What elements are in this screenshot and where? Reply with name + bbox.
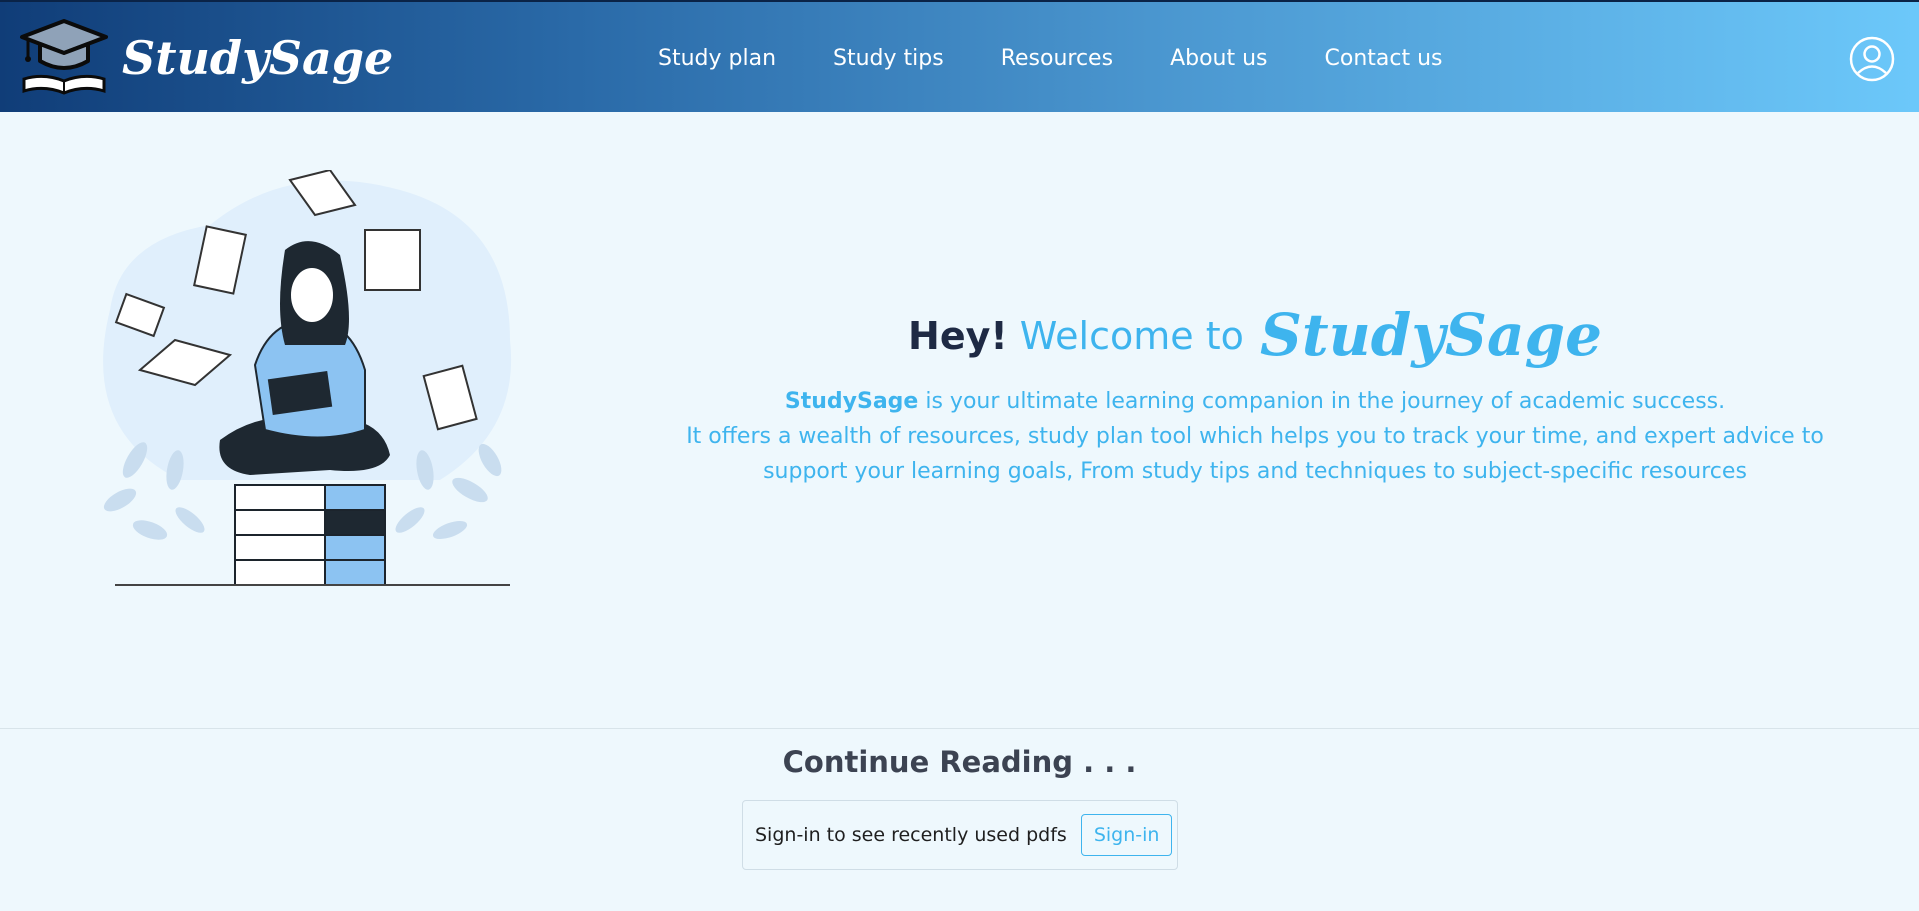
top-navbar: StudySage Study plan Study tips Resource… bbox=[0, 0, 1919, 112]
hero-brand: StudySage bbox=[1259, 301, 1602, 369]
girl-reading-on-books-illustration bbox=[103, 170, 512, 586]
hero-welcome: Welcome to bbox=[1019, 314, 1244, 358]
nav-about-us[interactable]: About us bbox=[1170, 46, 1267, 71]
brand-logo[interactable]: StudySage bbox=[18, 14, 393, 102]
signin-button[interactable]: Sign-in bbox=[1080, 814, 1173, 856]
graduation-cap-book-icon bbox=[20, 19, 108, 95]
nav-links: Study plan Study tips Resources About us… bbox=[658, 2, 1500, 114]
nav-study-plan[interactable]: Study plan bbox=[658, 46, 776, 71]
user-circle-icon[interactable] bbox=[1849, 36, 1895, 82]
nav-contact-us[interactable]: Contact us bbox=[1325, 46, 1443, 71]
hero-desc-brand: StudySage bbox=[784, 389, 919, 414]
brand-name: StudySage bbox=[122, 31, 394, 85]
section-divider bbox=[0, 728, 1919, 729]
signin-prompt: Sign-in to see recently used pdfs bbox=[755, 824, 1067, 846]
hero-greeting: Hey! bbox=[908, 314, 1008, 358]
hero-desc-line2: It offers a wealth of resources, study p… bbox=[686, 424, 1824, 484]
nav-resources[interactable]: Resources bbox=[1001, 46, 1113, 71]
hero-desc-line1: is your ultimate learning companion in t… bbox=[918, 389, 1726, 414]
hero-section: Hey! Welcome to StudySage StudySage is y… bbox=[650, 295, 1860, 489]
signin-card: Sign-in to see recently used pdfs Sign-i… bbox=[742, 800, 1178, 870]
nav-study-tips[interactable]: Study tips bbox=[833, 46, 944, 71]
hero-description: StudySage is your ultimate learning comp… bbox=[650, 384, 1860, 489]
hero-title: Hey! Welcome to StudySage bbox=[650, 295, 1860, 376]
continue-reading-title: Continue Reading . . . bbox=[782, 745, 1137, 779]
